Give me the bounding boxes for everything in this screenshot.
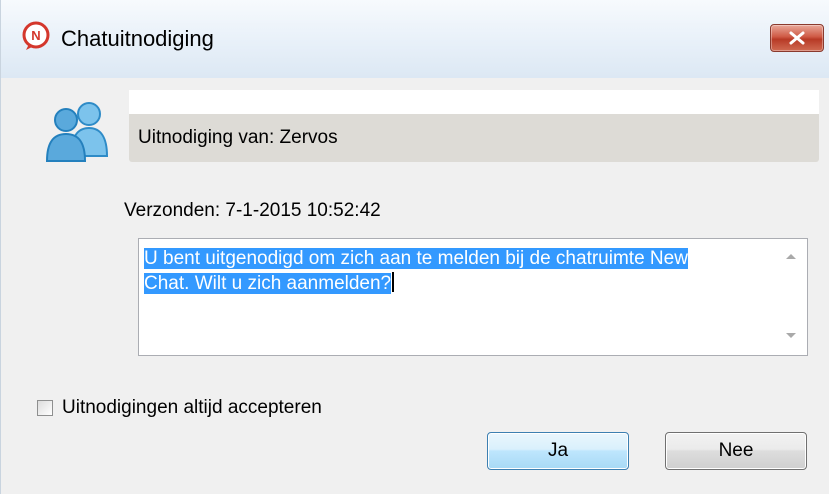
dialog-window: N Chatuitnodiging Uitnodiging van: Zervo… xyxy=(0,0,829,494)
scroll-down-icon[interactable] xyxy=(786,333,796,338)
window-title: Chatuitnodiging xyxy=(61,26,214,51)
message-text[interactable]: U bent uitgenodigd om zich aan te melden… xyxy=(144,246,772,296)
header-strip xyxy=(129,90,819,114)
message-scrollbar[interactable] xyxy=(776,239,807,355)
chat-invite-icon: N xyxy=(22,21,50,50)
always-accept-checkbox[interactable] xyxy=(37,400,53,416)
message-textbox[interactable]: U bent uitgenodigd om zich aan te melden… xyxy=(138,238,808,356)
scroll-up-icon[interactable] xyxy=(786,254,796,259)
dialog-content: Uitnodiging van: Zervos Verzonden: 7-1-2… xyxy=(1,78,829,494)
svg-text:N: N xyxy=(31,28,40,43)
close-button[interactable] xyxy=(770,24,824,52)
users-icon xyxy=(45,102,109,162)
sent-timestamp: Verzonden: 7-1-2015 10:52:42 xyxy=(124,200,381,221)
always-accept-option[interactable]: Uitnodigingen altijd accepteren xyxy=(37,397,322,419)
close-icon xyxy=(789,31,805,45)
title-bar[interactable]: N Chatuitnodiging xyxy=(1,0,829,78)
message-line-1: U bent uitgenodigd om zich aan te melden… xyxy=(144,248,688,269)
yes-button[interactable]: Ja xyxy=(487,432,629,470)
no-button[interactable]: Nee xyxy=(665,432,807,470)
always-accept-label[interactable]: Uitnodigingen altijd accepteren xyxy=(62,397,322,419)
invitation-header: Uitnodiging van: Zervos xyxy=(129,90,819,162)
invitation-from-label: Uitnodiging van: Zervos xyxy=(138,127,338,148)
message-line-2: Chat. Wilt u zich aanmelden? xyxy=(144,273,392,294)
text-caret xyxy=(392,272,395,292)
